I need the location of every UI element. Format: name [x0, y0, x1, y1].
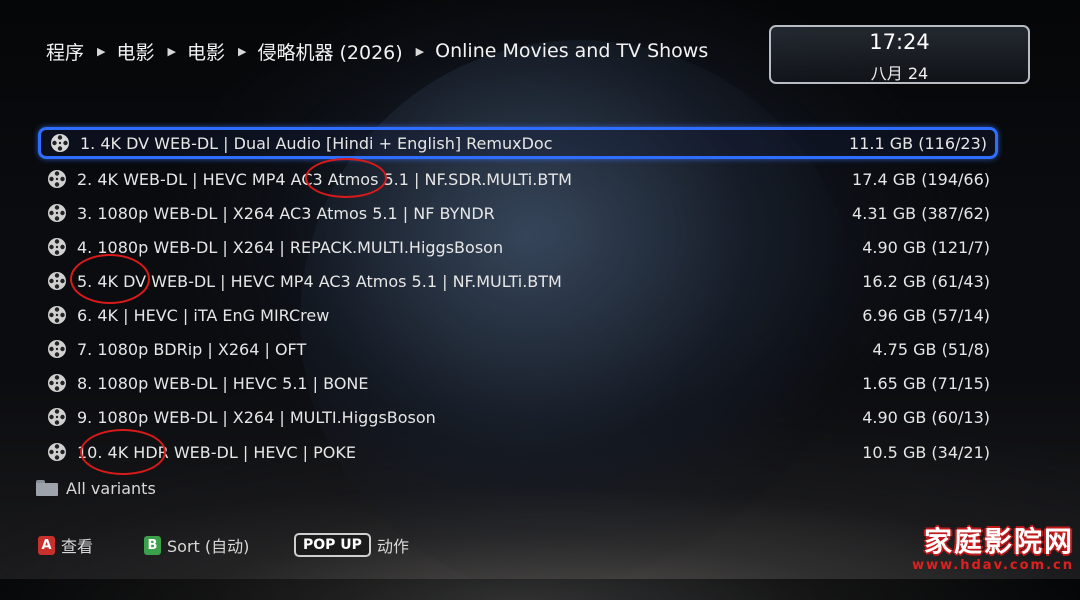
film-reel-icon	[48, 238, 66, 256]
variant-title: 2. 4K WEB-DL | HEVC MP4 AC3 Atmos 5.1 | …	[77, 169, 572, 189]
chevron-right-icon: ▶	[415, 44, 425, 58]
variant-size: 1.65 GB (71/15)	[862, 373, 990, 393]
variant-size: 4.75 GB (51/8)	[872, 339, 990, 359]
clock-time: 17:24	[869, 30, 930, 54]
variant-row-1[interactable]: 1. 4K DV WEB-DL | Dual Audio [Hindi + En…	[38, 127, 998, 159]
variant-title: 4. 1080p WEB-DL | X264 | REPACK.MULTI.Hi…	[77, 237, 504, 257]
all-variants-item[interactable]: All variants	[36, 476, 156, 500]
folder-icon	[36, 480, 58, 496]
variant-row-5[interactable]: 5. 4K DV WEB-DL | HEVC MP4 AC3 Atmos 5.1…	[38, 265, 998, 297]
breadcrumb-item[interactable]: 侵略机器 (2026)	[257, 38, 402, 65]
film-reel-icon	[48, 340, 66, 358]
variant-size: 16.2 GB (61/43)	[862, 271, 990, 291]
chevron-right-icon: ▶	[167, 44, 176, 58]
variant-title: 10. 4K HDR WEB-DL | HEVC | POKE	[77, 442, 356, 462]
variant-title: 7. 1080p BDRip | X264 | OFT	[77, 339, 307, 359]
clock-widget: 17:24 八月 24	[769, 25, 1030, 84]
popup-key-hint[interactable]: POP UP 动作	[294, 532, 409, 558]
variant-row-3[interactable]: 3. 1080p WEB-DL | X264 AC3 Atmos 5.1 | N…	[38, 197, 998, 229]
variant-row-8[interactable]: 8. 1080p WEB-DL | HEVC 5.1 | BONE 1.65 G…	[38, 367, 998, 399]
watermark-url: www.hdav.com.cn	[912, 558, 1074, 573]
variant-title: 1. 4K DV WEB-DL | Dual Audio [Hindi + En…	[80, 133, 553, 153]
breadcrumb-item[interactable]: 程序	[46, 38, 84, 65]
film-reel-icon	[48, 204, 66, 222]
breadcrumb: 程序 ▶ 电影 ▶ 电影 ▶ 侵略机器 (2026) ▶ Online Movi…	[46, 36, 708, 66]
breadcrumb-item[interactable]: 电影	[187, 38, 225, 65]
variant-row-7[interactable]: 7. 1080p BDRip | X264 | OFT 4.75 GB (51/…	[38, 333, 998, 365]
variant-size: 4.90 GB (121/7)	[862, 237, 990, 257]
variant-size: 4.90 GB (60/13)	[862, 407, 990, 427]
film-reel-icon	[48, 374, 66, 392]
variant-title: 8. 1080p WEB-DL | HEVC 5.1 | BONE	[77, 373, 369, 393]
variant-title: 6. 4K | HEVC | iTA EnG MIRCrew	[77, 305, 330, 325]
b-key-badge: B	[144, 535, 161, 555]
clock-date: 八月 24	[870, 64, 929, 83]
variant-row-6[interactable]: 6. 4K | HEVC | iTA EnG MIRCrew 6.96 GB (…	[38, 299, 998, 331]
variant-size: 10.5 GB (34/21)	[862, 442, 990, 462]
chevron-right-icon: ▶	[97, 44, 106, 58]
variant-row-2[interactable]: 2. 4K WEB-DL | HEVC MP4 AC3 Atmos 5.1 | …	[38, 163, 998, 195]
film-reel-icon	[48, 408, 66, 426]
variant-title: 5. 4K DV WEB-DL | HEVC MP4 AC3 Atmos 5.1…	[77, 271, 562, 291]
popup-key-badge: POP UP	[294, 533, 371, 557]
film-reel-icon	[48, 272, 66, 290]
variant-row-9[interactable]: 9. 1080p WEB-DL | X264 | MULTI.HiggsBoso…	[38, 401, 998, 433]
breadcrumb-current: Online Movies and TV Shows	[435, 40, 709, 62]
b-key-label: Sort (自动)	[167, 537, 250, 556]
variant-size: 4.31 GB (387/62)	[852, 203, 990, 223]
a-key-label: 查看	[61, 537, 94, 556]
variant-size: 11.1 GB (116/23)	[849, 133, 987, 153]
variant-size: 6.96 GB (57/14)	[862, 305, 990, 325]
film-reel-icon	[48, 443, 66, 461]
variant-row-4[interactable]: 4. 1080p WEB-DL | X264 | REPACK.MULTI.Hi…	[38, 231, 998, 263]
variant-size: 17.4 GB (194/66)	[852, 169, 990, 189]
film-reel-icon	[48, 306, 66, 324]
watermark: 家庭影院网 www.hdav.com.cn	[912, 520, 1074, 573]
variant-row-10[interactable]: 10. 4K HDR WEB-DL | HEVC | POKE 10.5 GB …	[38, 436, 998, 468]
a-key-badge: A	[38, 535, 55, 555]
a-key-hint[interactable]: A 查看	[38, 532, 93, 558]
b-key-hint[interactable]: B Sort (自动)	[144, 532, 249, 558]
film-reel-icon	[51, 134, 69, 152]
film-reel-icon	[48, 170, 66, 188]
breadcrumb-item[interactable]: 电影	[116, 38, 154, 65]
watermark-name: 家庭影院网	[923, 525, 1074, 558]
popup-key-label: 动作	[376, 537, 409, 556]
all-variants-label: All variants	[66, 478, 156, 498]
variant-title: 3. 1080p WEB-DL | X264 AC3 Atmos 5.1 | N…	[77, 203, 495, 223]
chevron-right-icon: ▶	[237, 44, 247, 58]
variant-title: 9. 1080p WEB-DL | X264 | MULTI.HiggsBoso…	[77, 407, 436, 427]
